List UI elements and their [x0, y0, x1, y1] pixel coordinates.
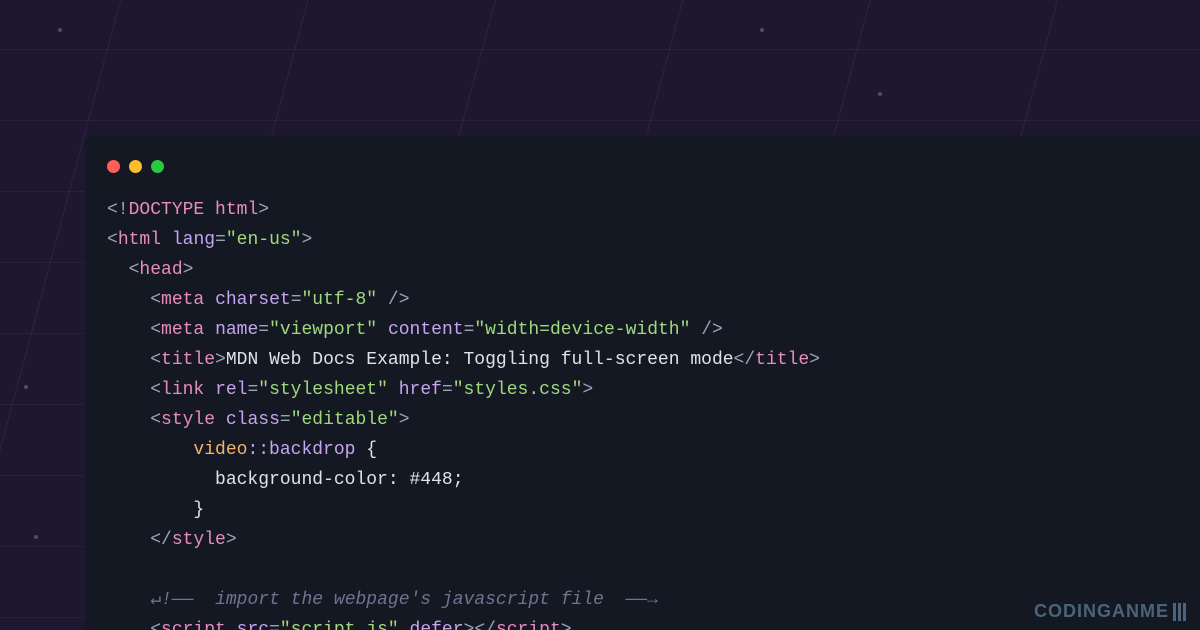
punct: =	[247, 380, 258, 400]
window-controls	[107, 160, 1178, 173]
css-value: #448;	[409, 470, 463, 490]
punct: >	[464, 620, 475, 630]
punct: <!	[107, 200, 129, 220]
class-val: "editable"	[291, 410, 399, 430]
punct: >	[215, 350, 226, 370]
punct: <	[107, 230, 118, 250]
punct: >	[183, 260, 194, 280]
space	[204, 320, 215, 340]
punct: <	[129, 260, 140, 280]
punct: <	[150, 290, 161, 310]
space	[377, 320, 388, 340]
defer-attr: defer	[410, 620, 464, 630]
maximize-window-button[interactable]	[151, 160, 164, 173]
css-selector: video	[193, 440, 247, 460]
space	[204, 290, 215, 310]
comment: ↵!—— import the webpage's javascript fil…	[150, 590, 658, 610]
href-attr: href	[399, 380, 442, 400]
punct: </	[150, 530, 172, 550]
punct: >	[582, 380, 593, 400]
punct: <	[150, 380, 161, 400]
code-block: <!DOCTYPE html> <html lang="en-us"> <hea…	[107, 195, 1178, 630]
comment-text: import the webpage's javascript file	[193, 590, 625, 610]
punct: />	[690, 320, 722, 340]
link-tag: link	[161, 380, 204, 400]
html-tag: html	[118, 230, 161, 250]
href-val: "styles.css"	[453, 380, 583, 400]
script-tag: script	[161, 620, 226, 630]
name-attr: name	[215, 320, 258, 340]
editor-window: <!DOCTYPE html> <html lang="en-us"> <hea…	[85, 136, 1200, 630]
space	[226, 620, 237, 630]
decorative-dot	[760, 28, 764, 32]
watermark: CODINGANME	[1034, 601, 1186, 622]
rel-val: "stylesheet"	[258, 380, 388, 400]
punct: <	[150, 350, 161, 370]
punct: =	[215, 230, 226, 250]
space	[388, 380, 399, 400]
space	[215, 410, 226, 430]
punct: <	[150, 410, 161, 430]
punct: >	[399, 410, 410, 430]
punct: </	[734, 350, 756, 370]
css-pseudo: ::backdrop	[247, 440, 355, 460]
comment-arrow-left: ↵!——	[150, 590, 193, 610]
doctype-keyword: DOCTYPE	[129, 200, 205, 220]
decorative-dot	[58, 28, 62, 32]
space	[161, 230, 172, 250]
charset-attr: charset	[215, 290, 291, 310]
decorative-dot	[878, 92, 882, 96]
lang-attr: lang	[172, 230, 215, 250]
punct: />	[377, 290, 409, 310]
brace-close: }	[193, 500, 204, 520]
decorative-dot	[24, 385, 28, 389]
viewport-val: "viewport"	[269, 320, 377, 340]
style-tag: style	[161, 410, 215, 430]
title-tag-close: title	[755, 350, 809, 370]
punct: =	[269, 620, 280, 630]
rel-attr: rel	[215, 380, 247, 400]
script-val: "script.js"	[280, 620, 399, 630]
charset-val: "utf-8"	[302, 290, 378, 310]
brace-open: {	[366, 440, 377, 460]
title-text: MDN Web Docs Example: Toggling full-scre…	[226, 350, 734, 370]
class-attr: class	[226, 410, 280, 430]
head-tag: head	[139, 260, 182, 280]
punct: >	[258, 200, 269, 220]
space	[204, 380, 215, 400]
content-attr: content	[388, 320, 464, 340]
css-property: background-color:	[215, 470, 399, 490]
punct: >	[561, 620, 572, 630]
meta-tag: meta	[161, 320, 204, 340]
style-tag-close: style	[172, 530, 226, 550]
doctype-html: html	[215, 200, 258, 220]
space	[204, 200, 215, 220]
punct: </	[474, 620, 496, 630]
lang-val: "en-us"	[226, 230, 302, 250]
comment-arrow-right: ——→	[626, 590, 658, 610]
script-tag-close: script	[496, 620, 561, 630]
punct: >	[809, 350, 820, 370]
close-window-button[interactable]	[107, 160, 120, 173]
src-attr: src	[237, 620, 269, 630]
title-tag: title	[161, 350, 215, 370]
decorative-dot	[34, 535, 38, 539]
punct: <	[150, 320, 161, 340]
punct: =	[258, 320, 269, 340]
punct: >	[226, 530, 237, 550]
punct: <	[150, 620, 161, 630]
punct: =	[291, 290, 302, 310]
punct: >	[302, 230, 313, 250]
space	[399, 620, 410, 630]
watermark-bars-icon	[1173, 603, 1186, 621]
meta-tag: meta	[161, 290, 204, 310]
minimize-window-button[interactable]	[129, 160, 142, 173]
punct: =	[280, 410, 291, 430]
watermark-text: CODINGANME	[1034, 601, 1169, 622]
punct: =	[464, 320, 475, 340]
punct: =	[442, 380, 453, 400]
content-val: "width=device-width"	[474, 320, 690, 340]
